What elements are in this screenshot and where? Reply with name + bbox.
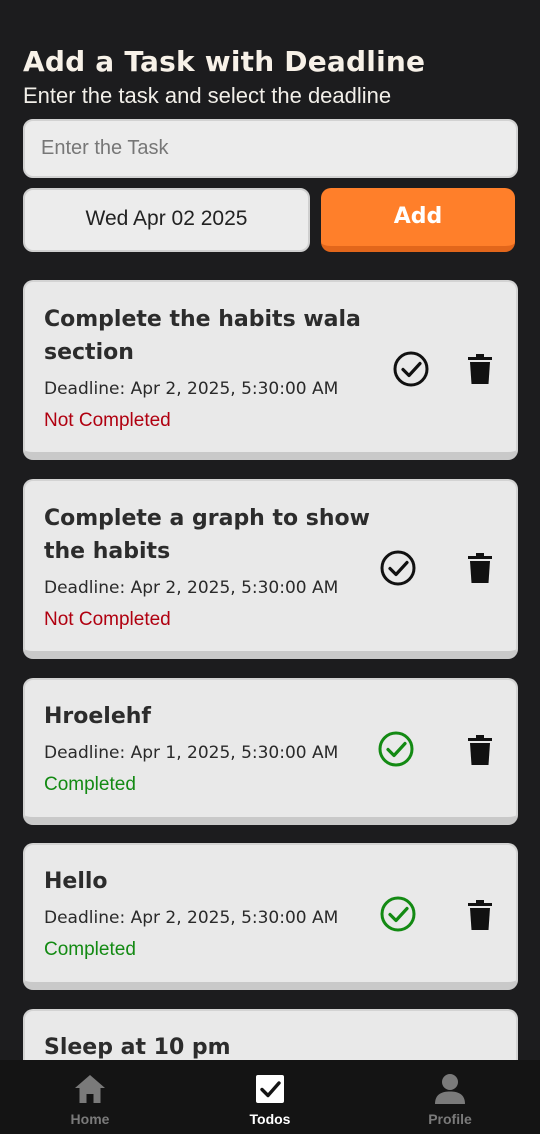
todo-title: Hello bbox=[44, 869, 108, 894]
check-circle-icon[interactable] bbox=[377, 730, 415, 768]
todo-title: Complete the habits wala section bbox=[44, 307, 361, 365]
todo-card: Complete a graph to show the habits Dead… bbox=[23, 479, 518, 659]
trash-icon[interactable] bbox=[468, 354, 492, 384]
todo-deadline: Deadline: Apr 2, 2025, 5:30:00 AM bbox=[44, 379, 339, 399]
trash-icon[interactable] bbox=[468, 735, 492, 765]
todo-status: Not Completed bbox=[44, 410, 171, 431]
check-circle-icon[interactable] bbox=[379, 895, 417, 933]
todo-card: Sleep at 10 pm bbox=[23, 1009, 518, 1060]
todo-card: Hello Deadline: Apr 2, 2025, 5:30:00 AM … bbox=[23, 843, 518, 990]
nav-item-profile[interactable]: Profile bbox=[390, 1060, 510, 1134]
nav-label-home: Home bbox=[70, 1111, 110, 1127]
home-icon bbox=[75, 1075, 105, 1103]
todo-title: Sleep at 10 pm bbox=[44, 1035, 231, 1060]
todo-deadline: Deadline: Apr 2, 2025, 5:30:00 AM bbox=[44, 908, 339, 928]
todo-status: Completed bbox=[44, 939, 136, 960]
header: Add a Task with Deadline Enter the task … bbox=[23, 44, 523, 111]
page-subtitle: Enter the task and select the deadline bbox=[23, 83, 392, 108]
nav-item-home[interactable]: Home bbox=[30, 1060, 150, 1134]
todo-deadline: Deadline: Apr 2, 2025, 5:30:00 AM bbox=[44, 578, 339, 598]
bottom-nav: Home Todos Profile bbox=[0, 1060, 540, 1134]
checkbox-icon bbox=[256, 1075, 284, 1103]
task-input[interactable]: Enter the Task bbox=[23, 119, 518, 178]
page-title: Add a Task with Deadline bbox=[23, 45, 426, 78]
todo-status: Not Completed bbox=[44, 609, 171, 630]
task-input-placeholder: Enter the Task bbox=[41, 137, 169, 159]
trash-icon[interactable] bbox=[468, 553, 492, 583]
todo-status: Completed bbox=[44, 774, 136, 795]
nav-item-todos[interactable]: Todos bbox=[210, 1060, 330, 1134]
nav-label-todos: Todos bbox=[249, 1111, 291, 1127]
user-icon bbox=[435, 1074, 465, 1104]
todo-deadline: Deadline: Apr 1, 2025, 5:30:00 AM bbox=[44, 743, 339, 763]
todo-title: Complete a graph to show the habits bbox=[44, 506, 370, 564]
nav-label-profile: Profile bbox=[428, 1111, 472, 1127]
todo-card: Hroelehf Deadline: Apr 1, 2025, 5:30:00 … bbox=[23, 678, 518, 825]
deadline-date-button[interactable]: Wed Apr 02 2025 bbox=[23, 188, 310, 252]
check-circle-icon[interactable] bbox=[379, 549, 417, 587]
trash-icon[interactable] bbox=[468, 900, 492, 930]
add-task-button[interactable]: Add bbox=[321, 188, 515, 252]
todo-list[interactable]: Complete the habits wala section Deadlin… bbox=[23, 280, 518, 1060]
todo-card: Complete the habits wala section Deadlin… bbox=[23, 280, 518, 460]
check-circle-icon[interactable] bbox=[392, 350, 430, 388]
todo-title: Hroelehf bbox=[44, 704, 151, 729]
